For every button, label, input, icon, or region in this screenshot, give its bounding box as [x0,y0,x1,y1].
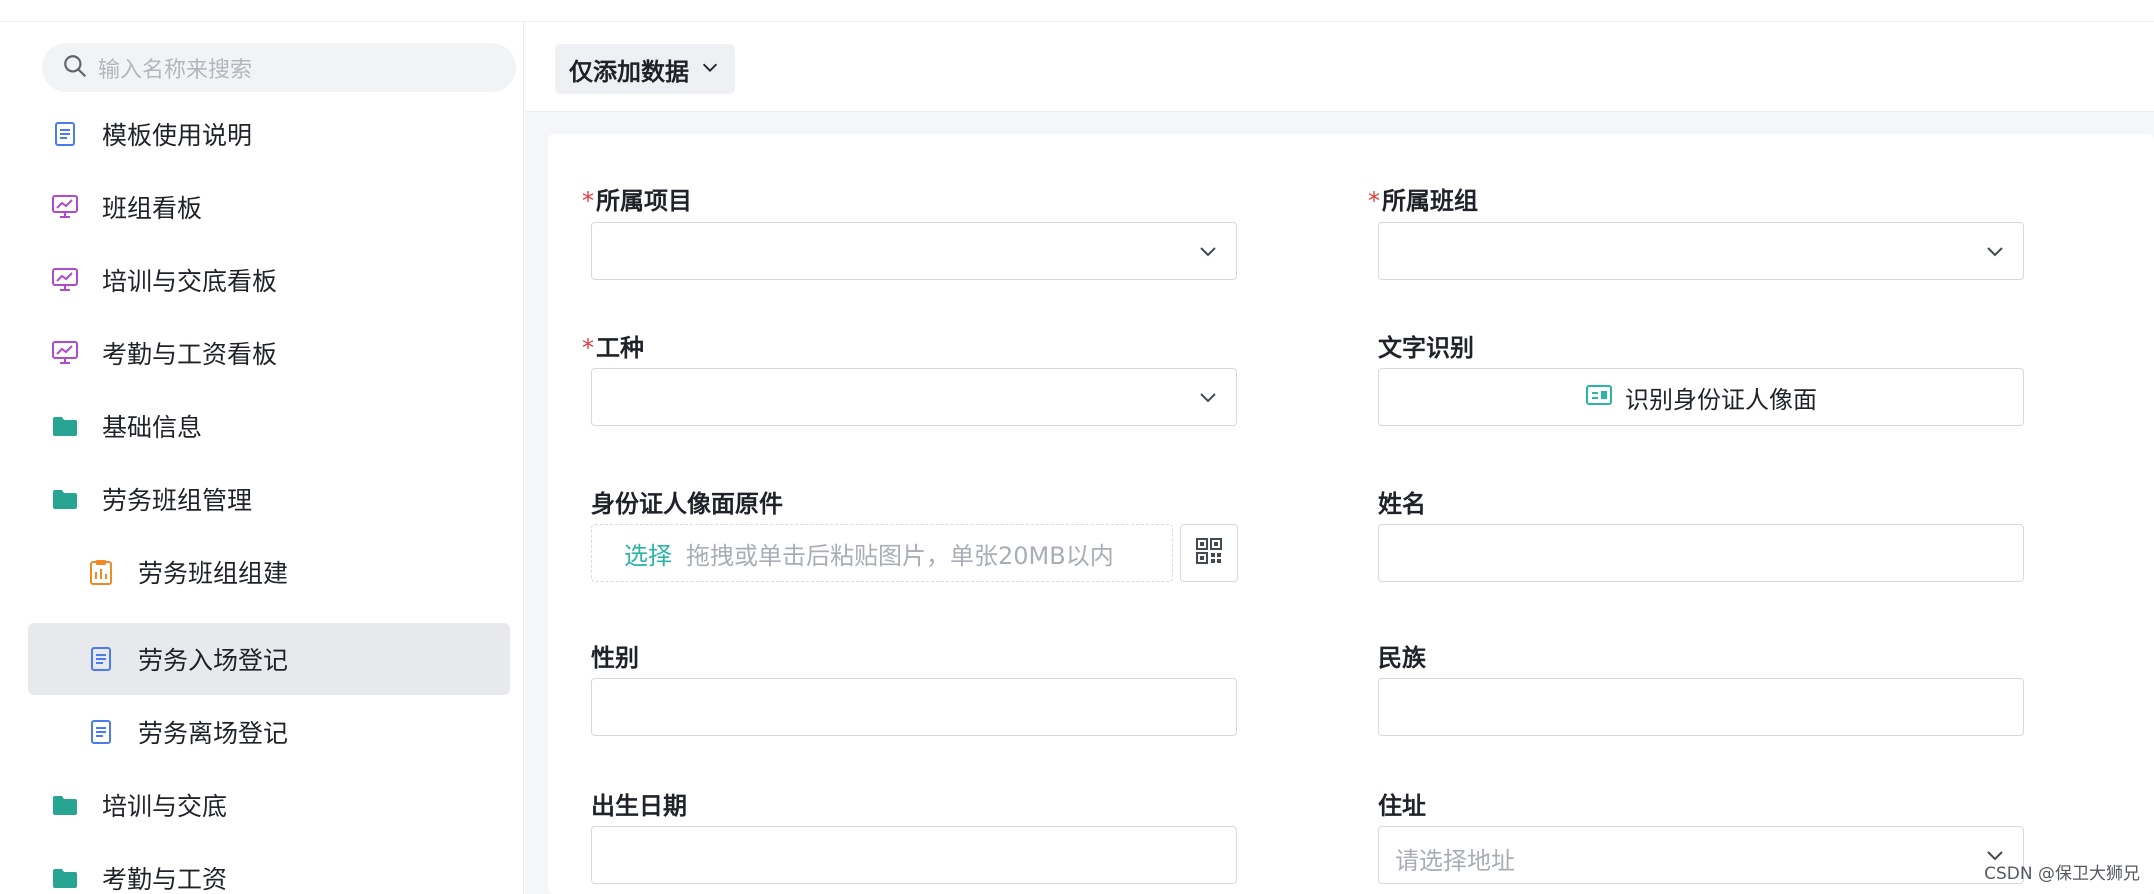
folder-icon [50,790,80,820]
id-photo-label: 身份证人像面原件 [591,490,783,518]
team-select[interactable] [1378,222,2024,280]
sidebar-item-label: 劳务入场登记 [138,646,289,675]
sidebar-item-team-board[interactable]: 班组看板 [28,171,510,243]
project-label: *所属项目 [582,187,692,215]
sidebar-item-label: 培训与交底看板 [102,267,278,296]
sidebar-item-training[interactable]: 培训与交底 [28,769,510,841]
name-input[interactable] [1378,524,2024,582]
birthdate-label: 出生日期 [591,792,687,820]
dashboard-icon [50,338,80,368]
address-placeholder: 请选择地址 [1395,847,1515,875]
document-icon [50,119,80,149]
qr-code-icon [1195,537,1223,569]
sidebar-item-labor-team-mgmt[interactable]: 劳务班组管理 [28,463,510,535]
top-edge [0,0,2154,22]
birthdate-input[interactable] [591,826,1237,884]
search-placeholder: 输入名称来搜索 [98,57,253,83]
chevron-down-icon [1196,239,1220,263]
id-card-icon [1585,384,1613,410]
chevron-down-icon [1983,239,2007,263]
address-label: 住址 [1378,792,1426,820]
sidebar-item-basic-info[interactable]: 基础信息 [28,390,510,462]
sidebar-item-team-formation[interactable]: 劳务班组组建 [28,536,510,608]
sidebar-item-labor-exit[interactable]: 劳务离场登记 [28,696,510,768]
sidebar-item-label: 考勤与工资 [102,865,228,894]
chevron-down-icon [1196,385,1220,409]
qr-code-button[interactable] [1180,524,1238,582]
sidebar-item-label: 模板使用说明 [102,121,253,150]
folder-icon [50,863,80,893]
sidebar-item-label: 基础信息 [102,413,203,442]
project-select[interactable] [591,222,1237,280]
chevron-down-icon [689,56,721,82]
sidebar-item-training-board[interactable]: 培训与交底看板 [28,244,510,316]
worktype-label: *工种 [582,334,644,362]
sidebar-item-label: 班组看板 [102,194,203,223]
required-mark: * [1368,187,1380,215]
name-label: 姓名 [1378,490,1426,518]
gender-label: 性别 [591,644,639,672]
team-label: *所属班组 [1368,187,1478,215]
id-photo-upload-area[interactable]: 选择 拖拽或单击后粘贴图片，单张20MB以内 [591,524,1173,582]
sidebar-item-label: 劳务离场登记 [138,719,289,748]
recognize-id-button[interactable]: 识别身份证人像面 [1378,368,2024,426]
sidebar-item-attendance-board[interactable]: 考勤与工资看板 [28,317,510,389]
sidebar-item-label: 劳务班组管理 [102,486,253,515]
folder-icon [50,411,80,441]
search-icon [62,53,88,83]
clipboard-icon [86,557,116,587]
sidebar-item-labor-entry[interactable]: 劳务入场登记 [28,623,510,695]
toolbar: 仅添加数据 [525,22,2154,112]
document-icon [86,644,116,674]
folder-icon [50,484,80,514]
address-select[interactable]: 请选择地址 [1378,826,2024,884]
sidebar-item-attendance-wages[interactable]: 考勤与工资 [28,842,510,894]
dashboard-icon [50,265,80,295]
search-input[interactable]: 输入名称来搜索 [42,43,516,92]
add-data-only-dropdown[interactable]: 仅添加数据 [555,44,735,94]
sidebar: 输入名称来搜索 模板使用说明 班组看板 培训与交底看板 考勤与工资看板 基础信息 [14,22,524,894]
document-icon [86,717,116,747]
recognize-id-label: 识别身份证人像面 [1625,385,1817,414]
watermark: CSDN @保卫大狮兄 [1984,864,2140,884]
dropdown-label: 仅添加数据 [569,57,689,86]
gender-input[interactable] [591,678,1237,736]
required-mark: * [582,187,594,215]
required-mark: * [582,334,594,362]
sidebar-item-template-guide[interactable]: 模板使用说明 [28,98,510,170]
select-file-link[interactable]: 选择 [624,536,672,571]
ocr-label: 文字识别 [1378,334,1474,362]
sidebar-item-label: 培训与交底 [102,792,228,821]
dashboard-icon [50,192,80,222]
upload-hint: 拖拽或单击后粘贴图片，单张20MB以内 [686,541,1114,570]
sidebar-item-label: 考勤与工资看板 [102,340,278,369]
ethnicity-input[interactable] [1378,678,2024,736]
worktype-select[interactable] [591,368,1237,426]
sidebar-item-label: 劳务班组组建 [138,559,289,588]
ethnicity-label: 民族 [1378,644,1426,672]
